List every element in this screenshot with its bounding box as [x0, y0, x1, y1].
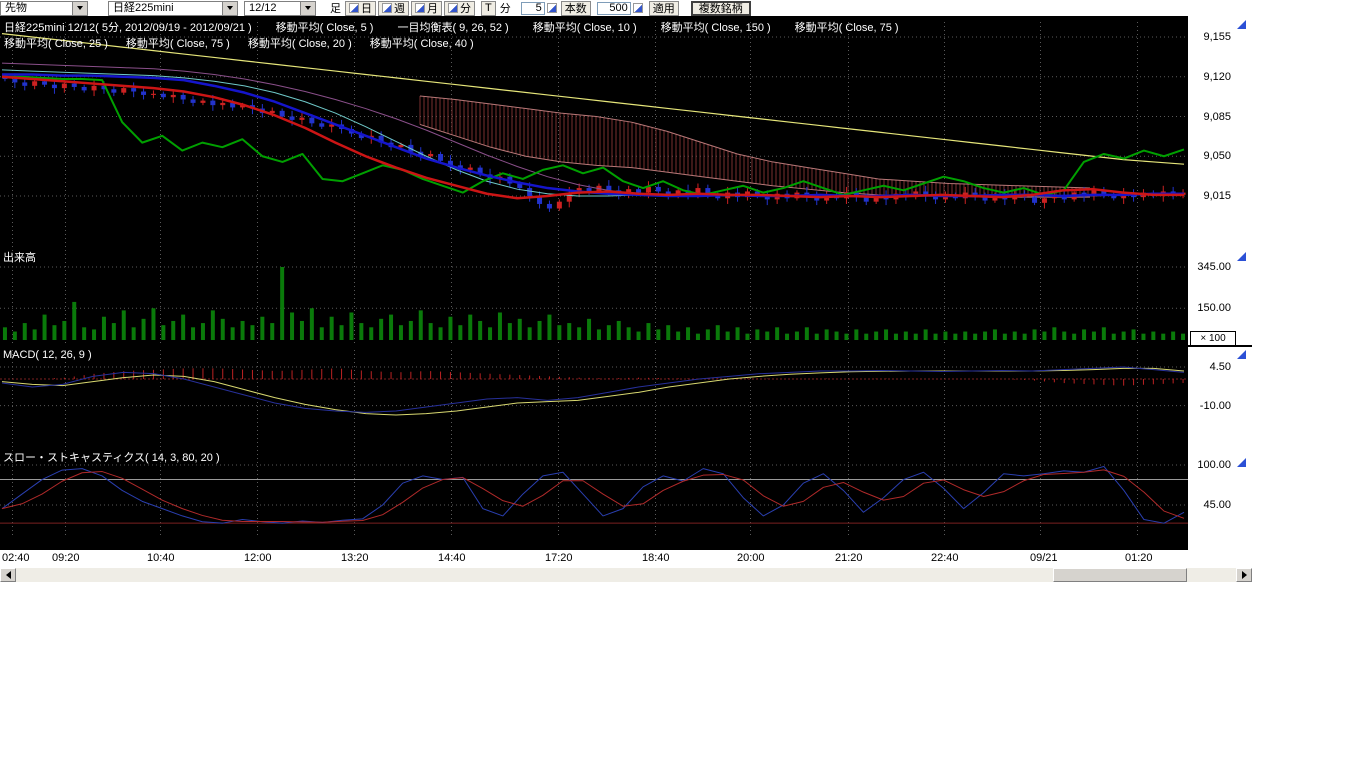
- scrollbar-track[interactable]: [16, 568, 1236, 582]
- contract-month-dropdown[interactable]: 12/12: [244, 1, 316, 16]
- multi-symbol-button[interactable]: 複数銘柄: [691, 1, 751, 16]
- panel-separator: [0, 345, 1252, 347]
- time-axis-label: 14:40: [438, 552, 466, 564]
- toolbar: 先物 日経225mini 12/12 足 日 週 月 分 T: [0, 0, 1366, 16]
- time-axis-label: 20:00: [737, 552, 765, 564]
- time-axis-label: 17:20: [545, 552, 573, 564]
- panel-scale-arrow-icon[interactable]: [1237, 350, 1246, 359]
- bar-count-button[interactable]: 本数: [561, 1, 591, 16]
- scrollbar-thumb[interactable]: [1053, 568, 1187, 582]
- chart-area: 日経225mini 12/12( 5分, 2012/09/19 - 2012/0…: [0, 16, 1252, 584]
- stoch-tick-label: 45.00: [1189, 499, 1231, 511]
- time-axis-label: 22:40: [931, 552, 959, 564]
- volume-tick-label: 150.00: [1189, 302, 1231, 314]
- time-axis-label: 09/21: [1030, 552, 1058, 564]
- price-tick-label: 9,085: [1189, 111, 1231, 123]
- price-tick-label: 9,120: [1189, 71, 1231, 83]
- instrument-type-dropdown[interactable]: 先物: [0, 1, 88, 16]
- timeframe-week-icon: [382, 3, 392, 13]
- time-axis-label: 12:00: [244, 552, 272, 564]
- tick-chart-button[interactable]: T: [481, 1, 496, 16]
- volume-tick-label: 345.00: [1189, 261, 1231, 273]
- bar-count-spinner-icon[interactable]: [633, 3, 643, 13]
- minute-count-input[interactable]: [521, 2, 545, 15]
- timeframe-minute-button[interactable]: 分: [444, 1, 475, 16]
- stoch-tick-label: 100.00: [1189, 459, 1231, 471]
- time-axis-label: 18:40: [642, 552, 670, 564]
- price-tick-label: 9,015: [1189, 190, 1231, 202]
- timeframe-day-icon: [349, 3, 359, 13]
- price-tick-label: 9,050: [1189, 150, 1231, 162]
- price-tick-label: 9,155: [1189, 31, 1231, 43]
- time-axis-label: 21:20: [835, 552, 863, 564]
- scroll-right-icon: [1242, 571, 1247, 579]
- timeframe-day-button[interactable]: 日: [345, 1, 376, 16]
- time-axis-label: 09:20: [52, 552, 80, 564]
- time-axis-label: 02:40: [2, 552, 30, 564]
- bar-count-label: 本数: [565, 0, 587, 16]
- minute-spinner-icon[interactable]: [547, 3, 557, 13]
- chart-canvas[interactable]: [0, 16, 1188, 550]
- dropdown-arrow-icon[interactable]: [300, 2, 315, 15]
- panel-scale-arrow-icon[interactable]: [1237, 20, 1246, 29]
- macd-tick-label: 4.50: [1189, 361, 1231, 373]
- macd-tick-label: -10.00: [1189, 400, 1231, 412]
- timeframe-month-button[interactable]: 月: [411, 1, 442, 16]
- multi-symbol-label: 複数銘柄: [699, 0, 743, 16]
- timeframe-month-icon: [415, 3, 425, 13]
- tick-chart-label: T: [485, 2, 492, 14]
- symbol-value: 日経225mini: [109, 2, 222, 15]
- panel-scale-arrow-icon[interactable]: [1237, 458, 1246, 467]
- timeframe-week-button[interactable]: 週: [378, 1, 409, 16]
- instrument-type-value: 先物: [1, 2, 72, 15]
- bar-count-input[interactable]: [597, 2, 631, 15]
- dropdown-arrow-icon[interactable]: [72, 2, 87, 15]
- scroll-left-icon: [6, 571, 11, 579]
- timeframe-month-label: 月: [427, 0, 438, 16]
- horizontal-scrollbar[interactable]: [0, 568, 1252, 582]
- volume-scale-badge: × 100: [1190, 331, 1236, 346]
- bar-type-label: 足: [328, 0, 343, 16]
- dropdown-arrow-icon[interactable]: [222, 2, 237, 15]
- time-axis-label: 13:20: [341, 552, 369, 564]
- timeframe-day-label: 日: [361, 0, 372, 16]
- timeframe-minute-icon: [448, 3, 458, 13]
- apply-label: 適用: [653, 0, 675, 16]
- scroll-left-button[interactable]: [0, 568, 16, 582]
- value-axis: 9,155 9,120 9,085 9,050 9,015 345.00 150.00 4.5…: [1189, 16, 1252, 550]
- time-axis: 02:40 09:20 10:40 12:00 13:20 14:40 17:20 18:40…: [0, 550, 1189, 567]
- panel-scale-arrow-icon[interactable]: [1237, 252, 1246, 261]
- time-axis-label: 01:20: [1125, 552, 1153, 564]
- minute-unit-label: 分: [498, 0, 513, 16]
- symbol-dropdown[interactable]: 日経225mini: [108, 1, 238, 16]
- time-axis-label: 10:40: [147, 552, 175, 564]
- apply-button[interactable]: 適用: [649, 1, 679, 16]
- timeframe-week-label: 週: [394, 0, 405, 16]
- scroll-right-button[interactable]: [1236, 568, 1252, 582]
- timeframe-minute-label: 分: [460, 0, 471, 16]
- contract-month-value: 12/12: [245, 2, 300, 15]
